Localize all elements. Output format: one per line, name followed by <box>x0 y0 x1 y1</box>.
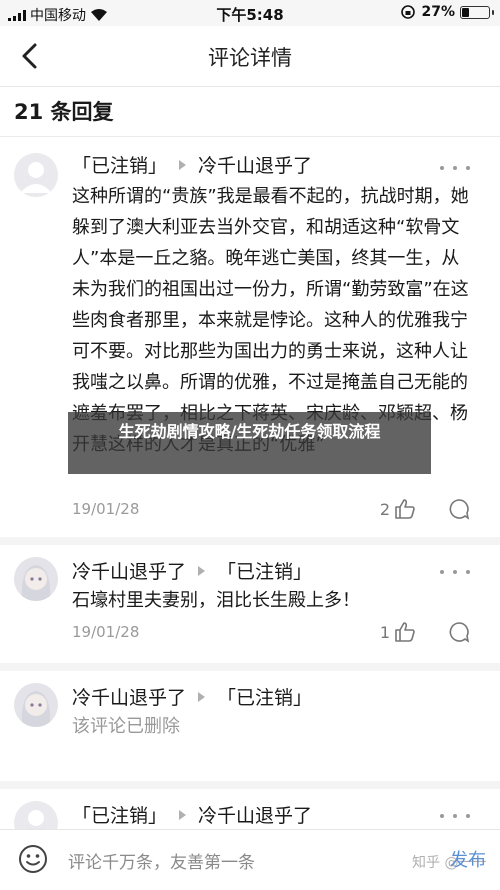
battery-percent: 27% <box>421 4 455 20</box>
comment-item: 冷千山退乎了 「已注销」 该评论已删除 <box>0 671 500 781</box>
comment-author[interactable]: 「已注销」 <box>72 151 167 178</box>
reply-bubble-icon[interactable] <box>448 498 470 520</box>
reply-target[interactable]: 冷千山退乎了 <box>198 151 312 178</box>
reply-arrow-icon <box>179 809 187 820</box>
comment-text: 石壕村里夫妻别，泪比长生殿上多！ <box>72 590 360 611</box>
more-options-icon[interactable] <box>440 811 470 821</box>
overlay-banner: 生死劫剧情攻略/生死劫任务领取流程 <box>68 412 431 474</box>
comment-input[interactable]: 评论千万条，友善第一条 <box>68 848 255 873</box>
author-line: 冷千山退乎了 「已注销」 <box>72 683 312 710</box>
status-right: 27% <box>400 4 494 20</box>
emoji-icon[interactable] <box>18 844 48 874</box>
comment-author[interactable]: 冷千山退乎了 <box>72 683 186 710</box>
comment-author[interactable]: 「已注销」 <box>72 801 167 828</box>
battery-icon <box>460 5 494 19</box>
divider <box>0 781 500 789</box>
author-line: 冷千山退乎了 「已注销」 <box>72 557 312 584</box>
comment-item: 「已注销」 冷千山退乎了 <box>0 789 500 829</box>
divider <box>0 663 500 671</box>
divider <box>0 537 500 545</box>
reply-arrow-icon <box>179 159 187 170</box>
author-line: 「已注销」 冷千山退乎了 <box>72 801 312 828</box>
avatar[interactable] <box>14 801 58 829</box>
reply-arrow-icon <box>198 565 206 576</box>
avatar[interactable] <box>14 557 58 601</box>
avatar[interactable] <box>14 683 58 727</box>
like-button[interactable]: 1 <box>380 621 416 643</box>
more-options-icon[interactable] <box>440 163 470 173</box>
reply-target[interactable]: 「已注销」 <box>217 683 312 710</box>
comment-item: 「已注销」 冷千山退乎了 这种所谓的“贵族”我是最看不起的，抗战时期，她躲到了澳… <box>0 137 500 537</box>
reply-count: 21 条回复 <box>14 100 114 124</box>
more-options-icon[interactable] <box>440 567 470 577</box>
thumbs-up-icon <box>395 499 415 519</box>
comment-date: 19/01/28 <box>72 500 140 518</box>
comment-author[interactable]: 冷千山退乎了 <box>72 557 186 584</box>
author-line: 「已注销」 冷千山退乎了 <box>72 151 312 178</box>
deleted-notice: 该评论已删除 <box>72 716 180 737</box>
thumbs-up-icon <box>395 622 415 642</box>
like-button[interactable]: 2 <box>380 498 416 520</box>
status-bar: 中国移动 下午5:48 27% <box>0 0 500 26</box>
bottom-bar: 评论千万条，友善第一条 知乎 @一一 发布 <box>0 829 500 890</box>
comment-date: 19/01/28 <box>72 623 140 641</box>
like-count: 2 <box>379 499 390 519</box>
reply-bubble-icon[interactable] <box>448 621 470 643</box>
like-count: 1 <box>379 622 390 642</box>
reply-target[interactable]: 冷千山退乎了 <box>198 801 312 828</box>
reply-target[interactable]: 「已注销」 <box>217 557 312 584</box>
nav-bar: 评论详情 <box>0 26 500 87</box>
reply-arrow-icon <box>198 691 206 702</box>
send-button[interactable]: 发布 <box>450 846 486 872</box>
page-title: 评论详情 <box>208 46 292 70</box>
comment-item: 冷千山退乎了 「已注销」 石壕村里夫妻别，泪比长生殿上多！ 19/01/28 1 <box>0 545 500 663</box>
avatar[interactable] <box>14 153 58 197</box>
rotation-lock-icon <box>401 5 416 19</box>
